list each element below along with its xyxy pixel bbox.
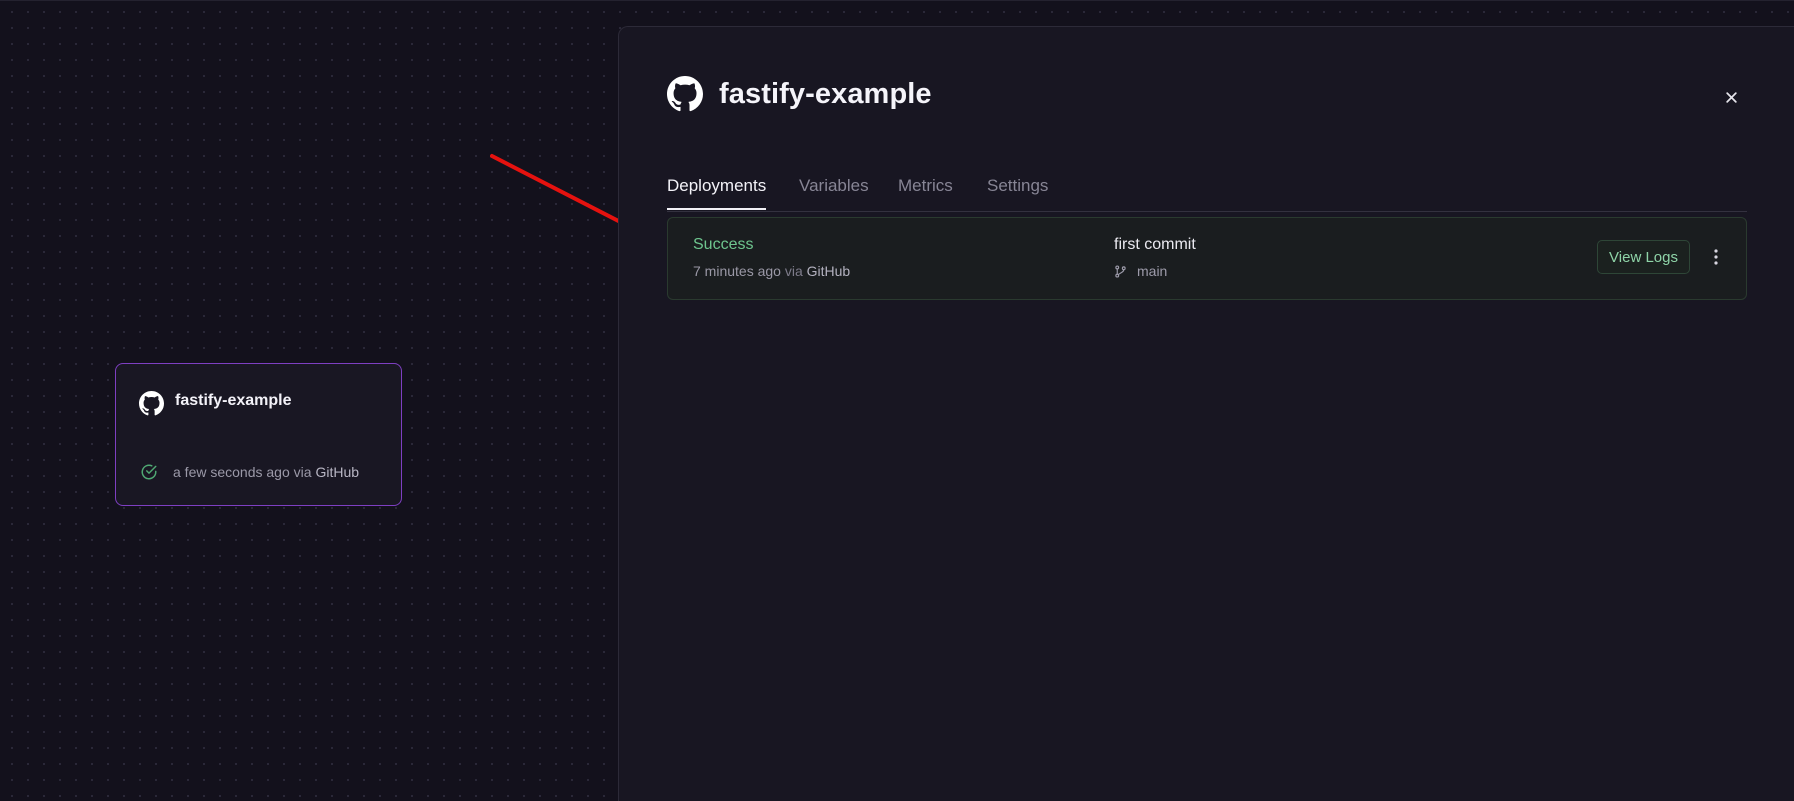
close-button[interactable]: [1719, 85, 1743, 109]
tab-settings[interactable]: Settings: [987, 176, 1048, 196]
view-logs-button[interactable]: View Logs: [1597, 240, 1690, 274]
more-options-button[interactable]: [1707, 244, 1725, 270]
tab-metrics[interactable]: Metrics: [898, 176, 953, 196]
panel-tabs: Deployments Variables Metrics Settings: [667, 149, 1747, 212]
github-icon: [667, 76, 703, 112]
service-card-status: a few seconds ago via GitHub: [140, 463, 359, 481]
deployment-via: via: [784, 263, 803, 279]
github-icon: [139, 391, 164, 416]
git-branch-icon: [1114, 264, 1127, 278]
more-vertical-icon: [1714, 249, 1718, 265]
deployment-provider: GitHub: [806, 263, 851, 279]
active-tab-indicator: [667, 208, 766, 210]
service-card-header: fastify-example: [139, 391, 292, 416]
check-circle-icon: [140, 463, 158, 481]
panel-title: fastify-example: [719, 77, 932, 110]
close-icon: [1725, 91, 1737, 103]
deployment-branch: main: [1114, 263, 1167, 279]
deployment-status: Success: [693, 236, 754, 253]
service-panel: fastify-example Deployments Variables Me…: [618, 26, 1794, 801]
deployment-commit-message: first commit: [1114, 236, 1196, 253]
panel-header: fastify-example: [667, 76, 932, 112]
tab-variables[interactable]: Variables: [799, 176, 869, 196]
deployment-row[interactable]: Success 7 minutes ago via GitHub first c…: [667, 217, 1747, 300]
service-card-title: fastify-example: [175, 391, 292, 409]
service-card-via: via: [293, 464, 312, 480]
service-card-provider: GitHub: [315, 464, 360, 480]
deployment-meta: 7 minutes ago via GitHub: [693, 263, 850, 279]
tab-deployments[interactable]: Deployments: [667, 176, 766, 196]
deployment-time: 7 minutes ago: [693, 263, 781, 279]
deployment-branch-name: main: [1137, 263, 1168, 279]
service-card[interactable]: fastify-example a few seconds ago via Gi…: [115, 363, 402, 506]
service-card-time: a few seconds ago: [173, 464, 290, 480]
top-border: [0, 0, 1794, 1]
service-card-status-text: a few seconds ago via GitHub: [173, 464, 359, 480]
